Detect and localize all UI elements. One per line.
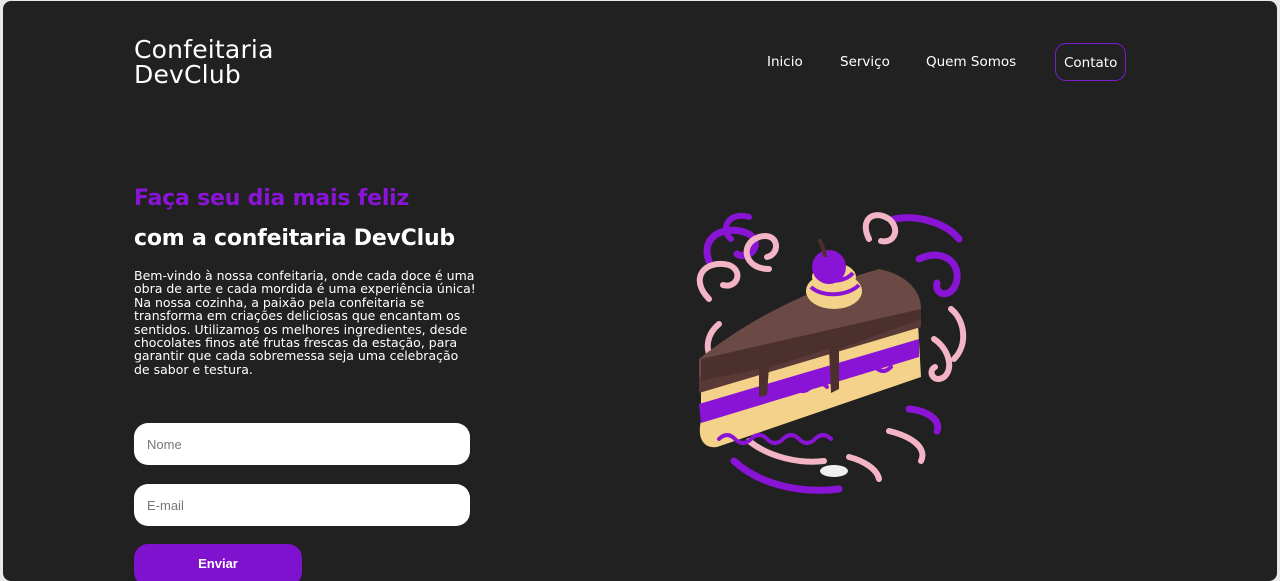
headline-main: com a confeitaria DevClub bbox=[134, 226, 455, 251]
submit-button[interactable]: Enviar bbox=[134, 544, 302, 581]
name-input[interactable] bbox=[134, 423, 470, 465]
email-input[interactable] bbox=[134, 484, 470, 526]
headline-accent: Faça seu dia mais feliz bbox=[134, 186, 410, 211]
main-nav: Inicio Serviço Quem Somos Contato bbox=[3, 43, 1277, 83]
nav-link-servico[interactable]: Serviço bbox=[840, 43, 890, 81]
page-frame: Confeitaria DevClub Inicio Serviço Quem … bbox=[3, 1, 1277, 581]
cake-slice-icon bbox=[696, 212, 967, 494]
nav-link-contato[interactable]: Contato bbox=[1055, 43, 1127, 81]
intro-paragraph: Bem-vindo à nossa confeitaria, onde cada… bbox=[134, 268, 476, 377]
nav-link-inicio[interactable]: Inicio bbox=[767, 43, 803, 81]
nav-link-quem-somos[interactable]: Quem Somos bbox=[926, 43, 1016, 81]
